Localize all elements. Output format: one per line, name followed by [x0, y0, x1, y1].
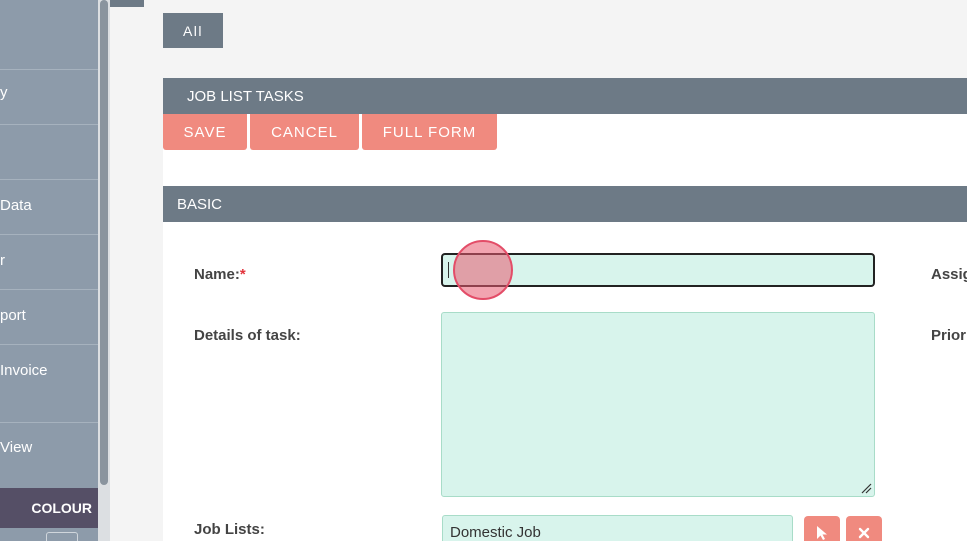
- sidebar-item-view[interactable]: View: [0, 423, 98, 483]
- sidebar-item-label: Data: [0, 197, 32, 214]
- cursor-arrow-icon: [817, 526, 827, 540]
- close-x-icon: [858, 527, 870, 539]
- job-lists-label: Job Lists:: [194, 521, 265, 538]
- required-mark: *: [239, 266, 246, 283]
- sidebar-item-label: port: [0, 307, 26, 324]
- panel-title: JOB LIST TASKS: [163, 78, 967, 114]
- colour-heading: COLOUR: [0, 488, 98, 528]
- sidebar: y Data r port Invoice View COLOUR: [0, 0, 98, 541]
- colour-swatch[interactable]: [46, 532, 78, 541]
- sidebar-item-r[interactable]: r: [0, 235, 98, 290]
- sidebar-item-label: Invoice: [0, 362, 48, 379]
- name-label-text: Name:: [194, 266, 240, 283]
- job-lists-value: Domestic Job: [450, 523, 541, 541]
- top-tab-stub: [110, 0, 144, 7]
- text-cursor: [448, 262, 449, 278]
- sidebar-item-report[interactable]: port: [0, 290, 98, 345]
- section-basic-header[interactable]: BASIC: [163, 186, 967, 222]
- details-label: Details of task:: [194, 327, 301, 344]
- resize-grip-icon[interactable]: [860, 482, 872, 494]
- sidebar-item-3[interactable]: [0, 125, 98, 180]
- details-textarea[interactable]: [441, 312, 875, 497]
- sidebar-item-1[interactable]: [0, 15, 98, 70]
- save-button[interactable]: SAVE: [163, 114, 247, 150]
- select-job-list-button[interactable]: [804, 516, 840, 541]
- name-label: Name:*: [194, 266, 246, 283]
- sidebar-item-label: View: [0, 439, 33, 456]
- sidebar-item-invoice[interactable]: Invoice: [0, 345, 98, 423]
- assigned-label: Assig: [931, 266, 967, 283]
- filter-tab-all[interactable]: All: [163, 13, 223, 48]
- priority-label: Prior: [931, 327, 967, 344]
- click-indicator: [453, 240, 513, 300]
- sidebar-scrollbar[interactable]: [98, 0, 110, 541]
- sidebar-item-data[interactable]: Data: [0, 180, 98, 235]
- sidebar-item-label: y: [0, 84, 8, 101]
- sidebar-item-2[interactable]: y: [0, 70, 98, 125]
- sidebar-scrollbar-thumb[interactable]: [100, 0, 108, 485]
- sidebar-item-label: r: [0, 252, 5, 269]
- app-root: y Data r port Invoice View COLOUR All JO…: [0, 0, 967, 541]
- cancel-button[interactable]: CANCEL: [250, 114, 359, 150]
- full-form-button[interactable]: FULL FORM: [362, 114, 497, 150]
- clear-job-list-button[interactable]: [846, 516, 882, 541]
- job-lists-input[interactable]: Domestic Job: [442, 515, 793, 541]
